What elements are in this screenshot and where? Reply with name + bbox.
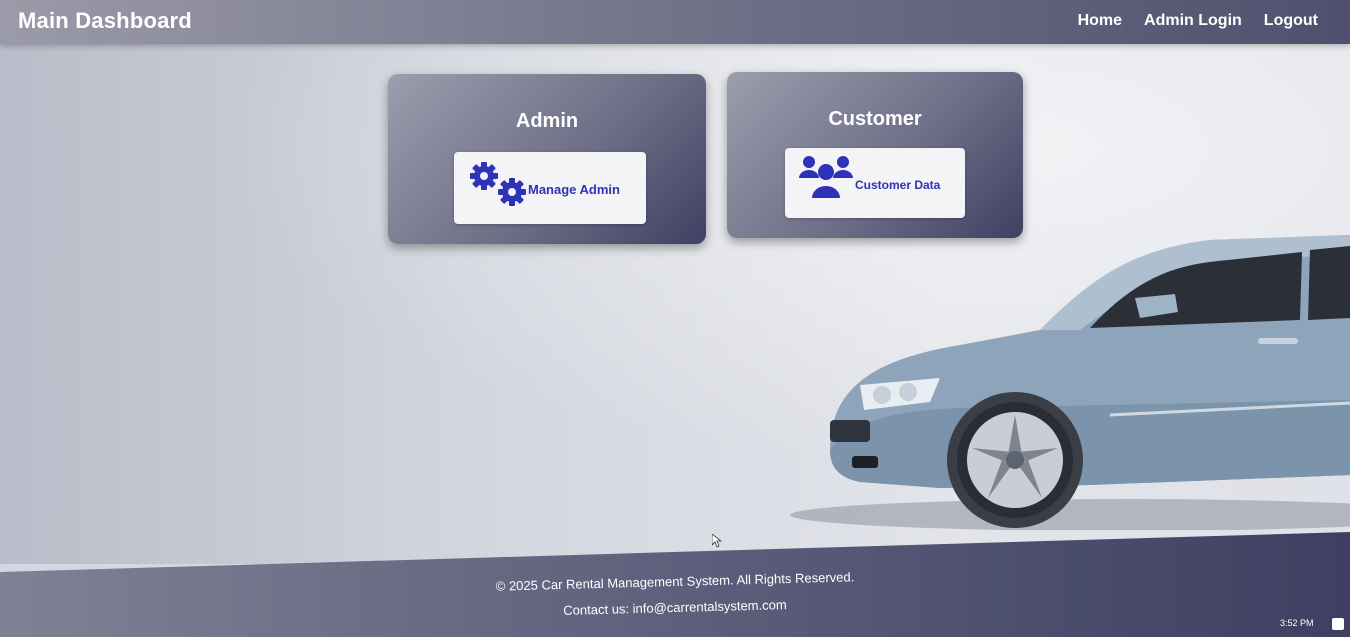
manage-admin-button[interactable]: Manage Admin: [454, 152, 646, 224]
nav-logout-link[interactable]: Logout: [1264, 12, 1318, 30]
customer-data-button[interactable]: Customer Data: [785, 148, 965, 218]
nav-home-link[interactable]: Home: [1078, 12, 1122, 30]
nav-admin-login-link[interactable]: Admin Login: [1144, 12, 1242, 30]
page-title: Main Dashboard: [18, 8, 192, 33]
manage-admin-label: Manage Admin: [528, 182, 620, 197]
customer-card: Customer Customer Data: [727, 72, 1023, 238]
customer-data-label: Customer Data: [855, 178, 941, 192]
gears-icon: [470, 162, 526, 206]
notification-icon[interactable]: [1332, 618, 1344, 630]
admin-card: Admin Manage Admin: [388, 74, 706, 244]
nav-links: Home Admin Login Logout: [1078, 12, 1318, 30]
system-taskbar: 3:52 PM: [1160, 612, 1350, 637]
car-image: [790, 235, 1350, 530]
top-navbar: Main Dashboard Home Admin Login Logout: [0, 0, 1350, 44]
customer-card-title: Customer: [828, 108, 922, 130]
users-icon: [799, 156, 853, 198]
taskbar-time: 3:52 PM: [1280, 618, 1314, 628]
admin-card-title: Admin: [515, 110, 579, 132]
mouse-cursor-icon: [712, 534, 722, 548]
